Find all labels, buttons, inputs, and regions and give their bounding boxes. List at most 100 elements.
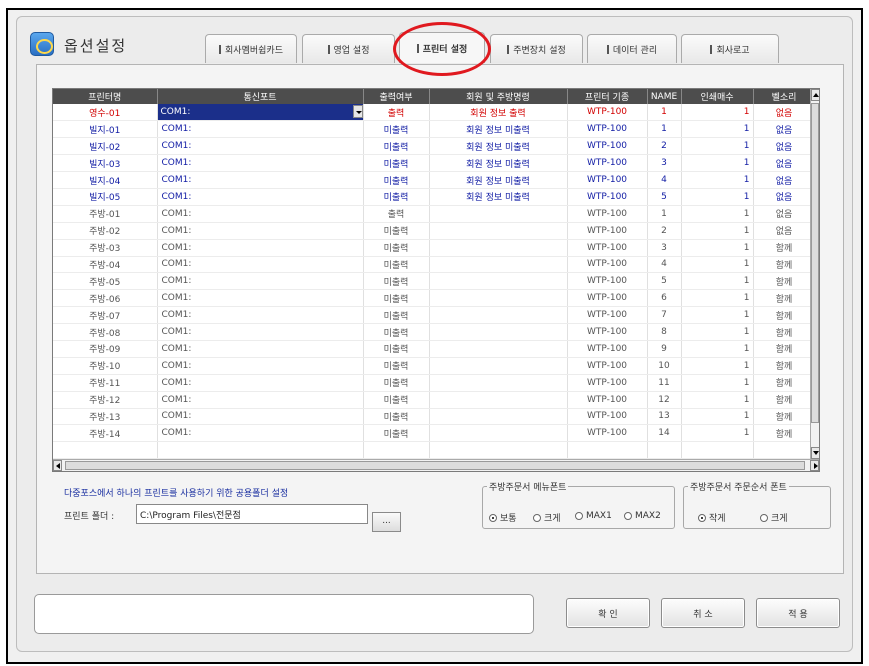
table-cell-bell: 없음 xyxy=(753,171,816,189)
table-cell-name: 주방-12 xyxy=(53,391,158,409)
column-header[interactable]: 벨소리 xyxy=(753,89,816,104)
radio-max2[interactable]: MAX2 xyxy=(624,511,661,521)
printer-grid[interactable]: 프린터명 통신포트 출력여부 회원 및 주방명령 프린터 기종 NAME 인쇄매… xyxy=(52,88,820,472)
table-cell-command xyxy=(429,272,568,291)
radio-large[interactable]: 크게 xyxy=(760,511,788,524)
tab-label: 회사로고 xyxy=(716,45,750,56)
column-header[interactable]: 인쇄매수 xyxy=(681,89,754,104)
table-cell-port: COM1: xyxy=(157,222,364,240)
tab-company-logo[interactable]: 회사로고 xyxy=(681,34,779,63)
table-cell-output: 미출력 xyxy=(363,154,430,173)
table-cell-nameval: 9 xyxy=(647,340,682,358)
table-cell-name: 영수-01 xyxy=(53,104,158,122)
table-cell-port: COM1: xyxy=(157,357,364,375)
table-cell-name: 주방-09 xyxy=(53,340,158,358)
radio-dot-icon xyxy=(489,513,497,522)
table-row[interactable]: 주방-03 COM1: 미출력 WTP-100 3 1 함께 xyxy=(53,239,816,257)
browse-folder-button[interactable]: ... xyxy=(372,512,401,532)
tab-sales-settings[interactable]: 영업 설정 xyxy=(302,34,395,63)
table-cell-bell: 없음 xyxy=(753,137,816,156)
column-header[interactable]: NAME xyxy=(647,89,682,104)
table-row[interactable]: 빌지-04 COM1: 미출력 회원 정보 미출력 WTP-100 4 1 없음 xyxy=(53,171,816,189)
table-cell-copies: 1 xyxy=(681,137,754,156)
table-cell-nameval: 2 xyxy=(647,137,682,156)
tab-member-card[interactable]: 회사멤버쉽카드 xyxy=(205,34,297,63)
table-cell-bell: 없음 xyxy=(753,120,816,139)
vertical-scroll-thumb[interactable] xyxy=(811,103,819,423)
table-row[interactable]: 빌지-05 COM1: 미출력 회원 정보 미출력 WTP-100 5 1 없음 xyxy=(53,188,816,206)
table-cell-command: 회원 정보 출력 xyxy=(429,104,568,122)
table-cell-output: 출력 xyxy=(363,205,430,223)
table-cell-output: 미출력 xyxy=(363,391,430,409)
table-cell-copies: 1 xyxy=(681,104,754,122)
radio-small[interactable]: 작게 xyxy=(698,511,726,524)
table-row[interactable]: 주방-14 COM1: 미출력 WTP-100 14 1 함께 xyxy=(53,424,816,443)
vertical-scrollbar[interactable] xyxy=(810,89,819,459)
radio-normal[interactable]: 보통 xyxy=(489,511,517,524)
table-cell-command xyxy=(429,289,568,308)
table-row[interactable]: 빌지-02 COM1: 미출력 회원 정보 미출력 WTP-100 2 1 없음 xyxy=(53,137,816,156)
table-cell-nameval: 8 xyxy=(647,323,682,341)
table-row[interactable]: 영수-01 COM1: 출력 회원 정보 출력 WTP-100 1 1 없음 xyxy=(53,104,816,122)
tab-printer-settings[interactable]: 프린터 설정 xyxy=(399,32,485,63)
scroll-down-icon[interactable] xyxy=(811,447,819,459)
table-row[interactable]: 빌지-01 COM1: 미출력 회원 정보 미출력 WTP-100 1 1 없음 xyxy=(53,120,816,139)
horizontal-scroll-thumb[interactable] xyxy=(65,461,805,470)
horizontal-scrollbar[interactable] xyxy=(53,459,819,471)
table-cell-port[interactable]: COM1: xyxy=(157,104,364,122)
cancel-button[interactable]: 취 소 xyxy=(661,598,745,628)
radio-dot-icon xyxy=(575,512,583,520)
tab-peripheral-settings[interactable]: 주변장치 설정 xyxy=(490,34,583,63)
column-header[interactable]: 프린터명 xyxy=(53,89,158,104)
table-cell-command xyxy=(429,222,568,240)
confirm-button[interactable]: 확 인 xyxy=(566,598,650,628)
table-row[interactable]: 주방-02 COM1: 미출력 WTP-100 2 1 없음 xyxy=(53,222,816,240)
table-row[interactable]: 주방-11 COM1: 미출력 WTP-100 11 1 함께 xyxy=(53,374,816,392)
column-header[interactable]: 출력여부 xyxy=(363,89,430,104)
scroll-right-icon[interactable] xyxy=(810,460,819,471)
table-row[interactable]: 빌지-03 COM1: 미출력 회원 정보 미출력 WTP-100 3 1 없음 xyxy=(53,154,816,173)
radio-dot-icon xyxy=(624,512,632,520)
table-row[interactable] xyxy=(53,441,816,460)
table-cell-name: 주방-10 xyxy=(53,357,158,375)
scroll-up-icon[interactable] xyxy=(811,89,819,101)
table-cell-bell: 함께 xyxy=(753,424,816,443)
table-row[interactable]: 주방-12 COM1: 미출력 WTP-100 12 1 함께 xyxy=(53,391,816,409)
table-cell-command xyxy=(429,374,568,392)
tab-label: 데이터 관리 xyxy=(612,45,658,56)
table-cell-output xyxy=(363,441,430,460)
table-row[interactable]: 주방-10 COM1: 미출력 WTP-100 10 1 함께 xyxy=(53,357,816,375)
tab-data-management[interactable]: 데이터 관리 xyxy=(587,34,677,63)
table-row[interactable]: 주방-04 COM1: 미출력 WTP-100 4 1 함께 xyxy=(53,256,816,274)
apply-button[interactable]: 적 용 xyxy=(756,598,840,628)
table-cell-model: WTP-100 xyxy=(567,205,648,223)
table-row[interactable]: 주방-06 COM1: 미출력 WTP-100 6 1 함께 xyxy=(53,289,816,308)
table-cell-bell: 함께 xyxy=(753,289,816,308)
table-cell-model: WTP-100 xyxy=(567,272,648,291)
chevron-down-icon[interactable] xyxy=(352,105,362,118)
column-header[interactable]: 프린터 기종 xyxy=(567,89,648,104)
column-header[interactable]: 회원 및 주방명령 xyxy=(429,89,568,104)
table-cell-model: WTP-100 xyxy=(567,340,648,358)
table-cell-nameval: 11 xyxy=(647,374,682,392)
table-row[interactable]: 주방-05 COM1: 미출력 WTP-100 5 1 함께 xyxy=(53,272,816,291)
printer-folder-input[interactable]: C:\Program Files\전문점 xyxy=(136,504,368,524)
table-cell-command xyxy=(429,205,568,223)
table-row[interactable]: 주방-09 COM1: 미출력 WTP-100 9 1 함께 xyxy=(53,340,816,358)
tab-marker-icon xyxy=(606,44,609,54)
table-row[interactable]: 주방-13 COM1: 미출력 WTP-100 13 1 함께 xyxy=(53,408,816,426)
table-header-row: 프린터명 통신포트 출력여부 회원 및 주방명령 프린터 기종 NAME 인쇄매… xyxy=(53,89,816,104)
table-row[interactable]: 주방-07 COM1: 미출력 WTP-100 7 1 함께 xyxy=(53,306,816,325)
scroll-left-icon[interactable] xyxy=(53,460,62,471)
column-header[interactable]: 통신포트 xyxy=(157,89,364,104)
table-row[interactable]: 주방-01 COM1: 출력 WTP-100 1 1 없음 xyxy=(53,205,816,223)
table-row[interactable]: 주방-08 COM1: 미출력 WTP-100 8 1 함께 xyxy=(53,323,816,341)
table-cell-port: COM1: xyxy=(157,188,364,206)
table-cell-model: WTP-100 xyxy=(567,391,648,409)
table-cell-copies xyxy=(681,441,754,460)
table-cell-output: 미출력 xyxy=(363,188,430,206)
table-cell-output: 미출력 xyxy=(363,289,430,308)
table-cell-bell: 없음 xyxy=(753,222,816,240)
radio-max1[interactable]: MAX1 xyxy=(575,511,612,521)
radio-large[interactable]: 크게 xyxy=(533,511,561,524)
